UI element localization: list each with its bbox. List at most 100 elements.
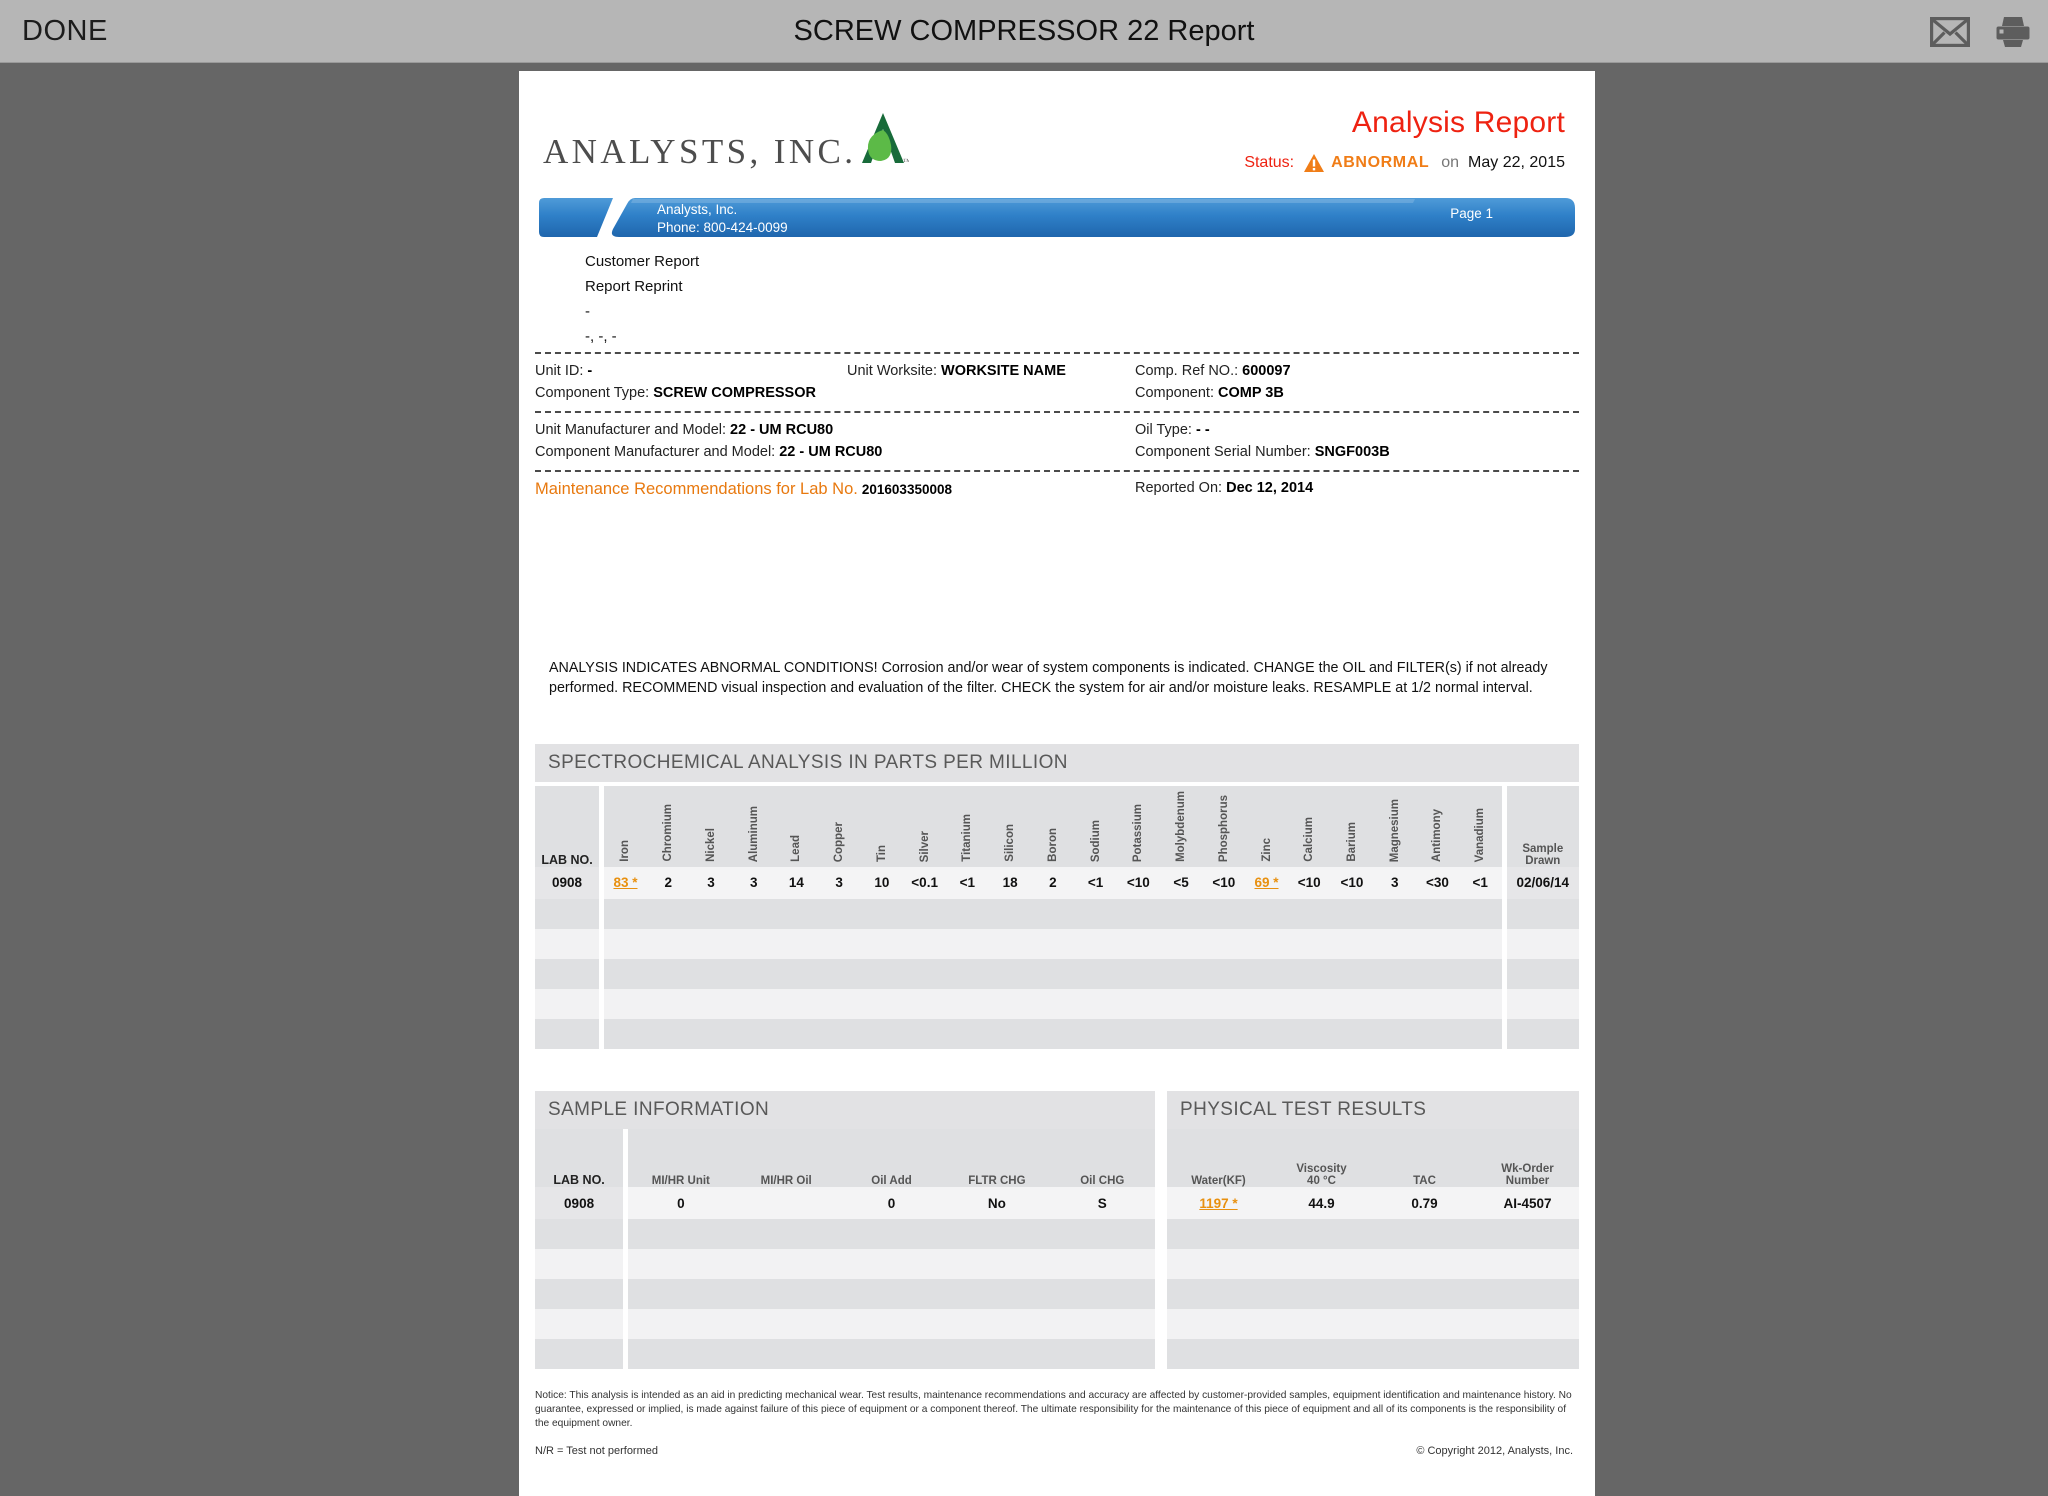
table-header-row: LAB NO. MI/HR Unit MI/HR Oil Oil Add FLTR CH… — [535, 1129, 1155, 1187]
header-silicon: Silicon — [988, 786, 1032, 867]
unit-mfr-value: 22 - UM RCU80 — [730, 422, 834, 438]
cell-empty — [628, 1219, 1155, 1249]
table-row-empty — [1167, 1249, 1579, 1279]
header-oil-chg: Oil CHG — [1049, 1129, 1155, 1187]
maintenance-recommendations-field: Maintenance Recommendations for Lab No. … — [535, 480, 952, 499]
header-chromium: Chromium — [646, 786, 690, 867]
cell-empty — [1506, 988, 1579, 1019]
header-sample-drawn: Sample Drawn — [1506, 786, 1579, 867]
footer-notice: Notice: This analysis is intended as an … — [535, 1390, 1572, 1429]
cell-empty — [535, 1219, 624, 1249]
cell-empty — [604, 928, 1502, 959]
physical-test-section-title: PHYSICAL TEST RESULTS — [1167, 1091, 1579, 1129]
header-lead: Lead — [775, 786, 818, 867]
cell-empty — [1167, 1249, 1579, 1279]
comp-serial-value: SNGF003B — [1314, 444, 1390, 460]
cell-wk-order-number: AI-4507 — [1476, 1187, 1579, 1219]
status-label: Status: — [1244, 154, 1295, 171]
cell-empty — [535, 1279, 624, 1309]
header-antimony: Antimony — [1416, 786, 1459, 867]
cell-empty — [604, 898, 1502, 929]
topbar-actions — [1930, 0, 2030, 63]
cell-empty — [1167, 1219, 1579, 1249]
component-type-value: SCREW COMPRESSOR — [653, 385, 816, 401]
cell-lab-no: 0908 — [535, 866, 600, 899]
header-tin: Tin — [860, 786, 904, 867]
comp-serial-field: Component Serial Number: SNGF003B — [1135, 444, 1390, 460]
header-nickel: Nickel — [689, 786, 733, 867]
logo-wordmark: ANALYSTS, INC. — [543, 132, 857, 171]
status-on-label: on — [1441, 154, 1460, 171]
unit-id-value: - — [587, 363, 593, 379]
header-wk-order-number: Wk-Order Number — [1476, 1129, 1579, 1187]
banner-phone: Phone: 800-424-0099 — [657, 219, 788, 235]
cell-oil-add: 0 — [838, 1187, 945, 1219]
cell-empty — [1506, 958, 1579, 989]
cell-empty — [535, 928, 600, 959]
header-viscosity-40-c: Viscosity 40 °C — [1270, 1129, 1373, 1187]
cell-boron: 2 — [1031, 866, 1075, 899]
sample-information-section-title: SAMPLE INFORMATION — [535, 1091, 1155, 1129]
warning-triangle-icon — [1303, 153, 1325, 173]
cell-magnesium: 3 — [1373, 866, 1417, 899]
cell-viscosity-40-c: 44.9 — [1270, 1187, 1373, 1219]
table-row-empty — [535, 958, 1579, 989]
table-row: 0908 83 * 2 3 3 14 3 10 <0.1 <1 18 2 <1 <10 <5 <10 69 * <… — [535, 866, 1579, 899]
cell-empty — [535, 898, 600, 929]
header-fltr-chg: FLTR CHG — [944, 1129, 1050, 1187]
logo-a-leaf-icon: ™ — [857, 111, 911, 172]
company-logo: ANALYSTS, INC. ™ — [543, 111, 911, 172]
header-sodium: Sodium — [1074, 786, 1117, 867]
oil-type-field: Oil Type: - - — [1135, 422, 1210, 438]
info-row-4: Component Manufacturer and Model: 22 - U… — [535, 444, 1579, 466]
component-type-label: Component Type: — [535, 385, 650, 401]
cell-vanadium: <1 — [1458, 866, 1502, 899]
cell-empty — [604, 988, 1502, 1019]
table-row-empty — [535, 1249, 1155, 1279]
maintenance-label: Maintenance Recommendations for Lab No. — [535, 480, 858, 498]
header-mi-hr-oil: MI/HR Oil — [733, 1129, 839, 1187]
footer-nr-note: N/R = Test not performed — [535, 1445, 658, 1457]
cell-empty — [628, 1249, 1155, 1279]
cell-empty — [628, 1339, 1155, 1369]
component-type-field: Component Type: SCREW COMPRESSOR — [535, 385, 816, 401]
header-phosphorus: Phosphorus — [1202, 786, 1246, 867]
cell-empty — [628, 1279, 1155, 1309]
cell-silver: <0.1 — [903, 866, 946, 899]
comp-ref-label: Comp. Ref NO.: — [1135, 363, 1239, 379]
unit-mfr-label: Unit Manufacturer and Model: — [535, 422, 727, 438]
header-barium: Barium — [1330, 786, 1374, 867]
status-date: May 22, 2015 — [1468, 154, 1565, 171]
comp-ref-value: 600097 — [1242, 363, 1291, 379]
report-banner: Analysts, Inc. Phone: 800-424-0099 Page … — [535, 195, 1579, 240]
table-row: 1197 * 44.9 0.79 AI-4507 — [1167, 1187, 1579, 1219]
physical-test-table: Water(KF) Viscosity 40 °C TAC Wk-Order Number… — [1167, 1129, 1579, 1369]
cell-lead: 14 — [775, 866, 818, 899]
banner-page-number: Page 1 — [1450, 206, 1493, 221]
cell-sodium: <1 — [1074, 866, 1117, 899]
cell-molybdenum: <5 — [1159, 866, 1203, 899]
comp-serial-label: Component Serial Number: — [1135, 444, 1311, 460]
cell-empty — [535, 1018, 600, 1049]
component-value: COMP 3B — [1218, 385, 1284, 401]
print-icon[interactable] — [1996, 16, 2030, 48]
cell-empty — [535, 1309, 624, 1339]
header-water-kf-: Water(KF) — [1167, 1129, 1270, 1187]
cell-empty — [535, 1249, 624, 1279]
cell-aluminum: 3 — [732, 866, 776, 899]
cell-titanium: <1 — [946, 866, 989, 899]
table-row: 0908 0 0 No S — [535, 1187, 1155, 1219]
recommendation-text: ANALYSIS INDICATES ABNORMAL CONDITIONS! … — [549, 660, 1548, 696]
cell-calcium: <10 — [1287, 866, 1331, 899]
table-row-empty — [535, 1309, 1155, 1339]
table-row-empty — [535, 1279, 1155, 1309]
table-row-empty — [1167, 1309, 1579, 1339]
header-magnesium: Magnesium — [1373, 786, 1417, 867]
reported-on-label: Reported On: — [1135, 480, 1223, 496]
cell-silicon: 18 — [988, 866, 1032, 899]
customer-line-1: Customer Report — [585, 253, 700, 270]
cell-empty — [535, 988, 600, 1019]
mail-icon[interactable] — [1930, 16, 1970, 47]
footer-copyright: © Copyright 2012, Analysts, Inc. — [1416, 1445, 1573, 1457]
header-mi-hr-unit: MI/HR Unit — [628, 1129, 734, 1187]
